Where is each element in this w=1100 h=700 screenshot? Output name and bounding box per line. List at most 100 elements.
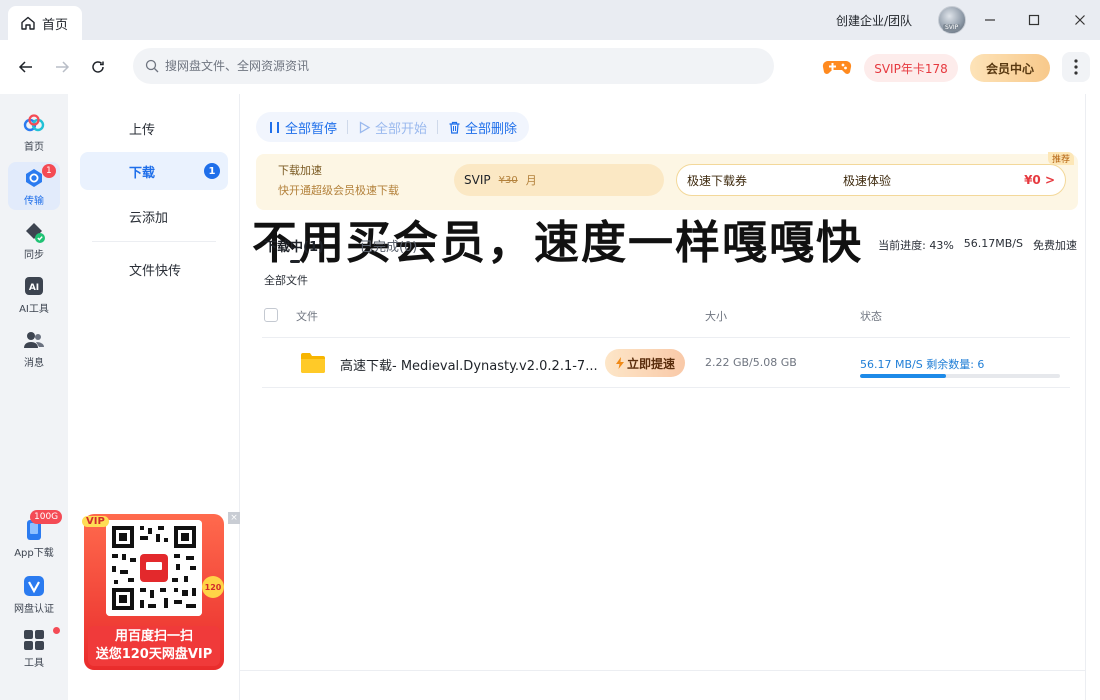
rail-item-ai-tools[interactable]: AI AI工具 [8,270,60,318]
sidebar-item-download[interactable]: 下载 1 [80,152,228,190]
speed-voucher-card[interactable]: 极速下载券 极速体验 ¥0 > [676,164,1066,196]
transfer-toolbar: 全部暂停 全部开始 全部删除 [256,112,530,142]
scrollbar[interactable] [1085,94,1100,700]
bottom-strip [240,670,1085,700]
ad-text: 用百度扫一扫 送您120天网盘VIP [88,626,220,666]
progress-label: 当前进度: [878,239,926,252]
maximize-button[interactable] [1022,8,1046,32]
member-center-button[interactable]: 会员中心 [970,54,1050,82]
ad-close-button[interactable]: × [228,512,240,524]
download-count-badge: 1 [204,163,220,179]
column-header-status: 状态 [860,310,882,323]
sidebar-item-upload[interactable]: 上传 [80,109,228,147]
progress-info-label: 当前进度: 43% [878,237,954,253]
table-header: 文件 大小 状态 [262,304,1070,338]
speedup-promo-banner[interactable]: 推荐 下载加速 快开通超级会员极速下载 SVIP ¥30 月 极速下载券 极速体… [252,152,1078,269]
left-rail: 首页 1 传输 同步 AI AI工具 消息 100G App下载 网盘认证 工具 [0,94,68,700]
progress-percent: 43% [929,239,954,252]
voucher-left-label: 极速下载券 [687,173,748,188]
rail-item-home[interactable]: 首页 [8,108,60,156]
sidebar-item-label: 云添加 [129,210,169,226]
arrow-left-icon [18,61,32,73]
ad-count-tag: 120 [202,576,224,598]
svip-card-unit: 月 [525,174,537,187]
column-header-file: 文件 [296,310,318,323]
rail-label: 首页 [24,141,44,153]
svg-text:AI: AI [29,283,39,293]
message-icon [24,331,44,348]
search-input[interactable] [165,59,725,73]
close-button[interactable] [1068,8,1092,32]
promo-title: 下载加速 [278,164,322,177]
home-icon [21,16,35,30]
sidebar-item-label: 下载 [129,165,156,181]
free-boost-link[interactable]: 免费加速 [1033,237,1077,253]
rail-item-messages[interactable]: 消息 [8,324,60,372]
back-button[interactable] [14,55,38,79]
tools-dot [53,627,60,634]
tab-completed[interactable]: 已完成(0) [360,236,417,255]
verify-icon [24,575,44,596]
rail-label: App下载 [14,547,54,559]
speed-up-label: 立即提速 [626,356,675,371]
download-progress-fill [860,374,946,378]
voucher-right-label: 极速体验 [843,173,892,188]
gamepad-icon[interactable] [822,55,852,79]
start-all-label: 全部开始 [375,121,428,137]
maximize-icon [1028,14,1040,26]
minimize-button[interactable] [978,8,1002,32]
arrow-right-icon [56,61,70,73]
avatar[interactable]: SVIP [938,6,966,34]
ad-vip-tag: VIP [82,516,109,527]
sidebar-item-quick-transfer[interactable]: 文件快传 [80,250,228,288]
folder-icon [301,353,325,373]
refresh-button[interactable] [86,55,110,79]
ad-text-line2: 送您120天网盘VIP [95,647,213,662]
select-all-checkbox[interactable] [264,308,278,322]
avatar-tag: SVIP [943,24,961,31]
search-box[interactable] [133,48,774,84]
file-name: 高速下载- Medieval.Dynasty.v2.0.2.1-7... [340,359,598,374]
delete-all-button[interactable]: 全部删除 [448,118,517,137]
qr-promo-ad[interactable]: VIP 120 用百度扫一扫 送您120天网盘VIP × [82,512,240,670]
delete-all-label: 全部删除 [465,121,518,137]
overall-speed: 56.17MB/S [963,237,1023,250]
ad-text-line1: 用百度扫一扫 [114,629,193,644]
more-button[interactable] [1062,52,1090,82]
trash-icon [449,121,460,134]
toolbar-separator [347,120,349,134]
toolbar-separator [437,120,439,134]
rail-label: 同步 [24,249,44,261]
sidebar-item-cloud-add[interactable]: 云添加 [80,197,228,235]
transfer-badge: 1 [42,164,56,178]
forward-button[interactable] [50,55,74,79]
voucher-price-value: ¥0 [1024,173,1041,187]
pause-all-button[interactable]: 全部暂停 [268,118,337,137]
svip-offer-button[interactable]: SVIP年卡178 [864,54,958,82]
minimize-icon [985,19,995,21]
sidebar-item-label: 上传 [129,122,156,138]
rail-label: AI工具 [19,303,49,315]
app-download-badge: 100G [30,510,63,524]
promo-recommend-tag: 推荐 [1047,152,1074,165]
rail-item-verify[interactable]: 网盘认证 [8,570,60,618]
nav-bar: SVIP年卡178 会员中心 [0,40,1100,94]
speed-up-button[interactable]: 立即提速 [605,349,685,377]
voucher-price: ¥0 > [1024,173,1055,187]
home-tab[interactable]: 首页 [8,6,82,40]
tab-downloading[interactable]: 下载中(1) [264,236,324,263]
column-header-size: 大小 [705,310,727,323]
create-enterprise-link[interactable]: 创建企业/团队 [836,12,912,29]
download-status: 56.17 MB/S 剩余数量: 6 [860,358,985,371]
table-row[interactable]: 高速下载- Medieval.Dynasty.v2.0.2.1-7... 立即提… [262,338,1070,388]
download-progress-bar [860,374,1060,378]
rail-item-sync[interactable]: 同步 [8,216,60,264]
start-all-button[interactable]: 全部开始 [358,118,427,137]
file-size: 2.22 GB/5.08 GB [705,356,797,369]
rail-item-app-download[interactable]: 100G App下载 [8,510,63,562]
rail-item-tools[interactable]: 工具 [8,624,60,672]
all-files-breadcrumb[interactable]: 全部文件 [264,272,308,288]
svip-price-card[interactable]: SVIP ¥30 月 [454,164,664,196]
home-tab-label: 首页 [42,17,69,33]
rail-item-transfer[interactable]: 1 传输 [8,162,60,210]
